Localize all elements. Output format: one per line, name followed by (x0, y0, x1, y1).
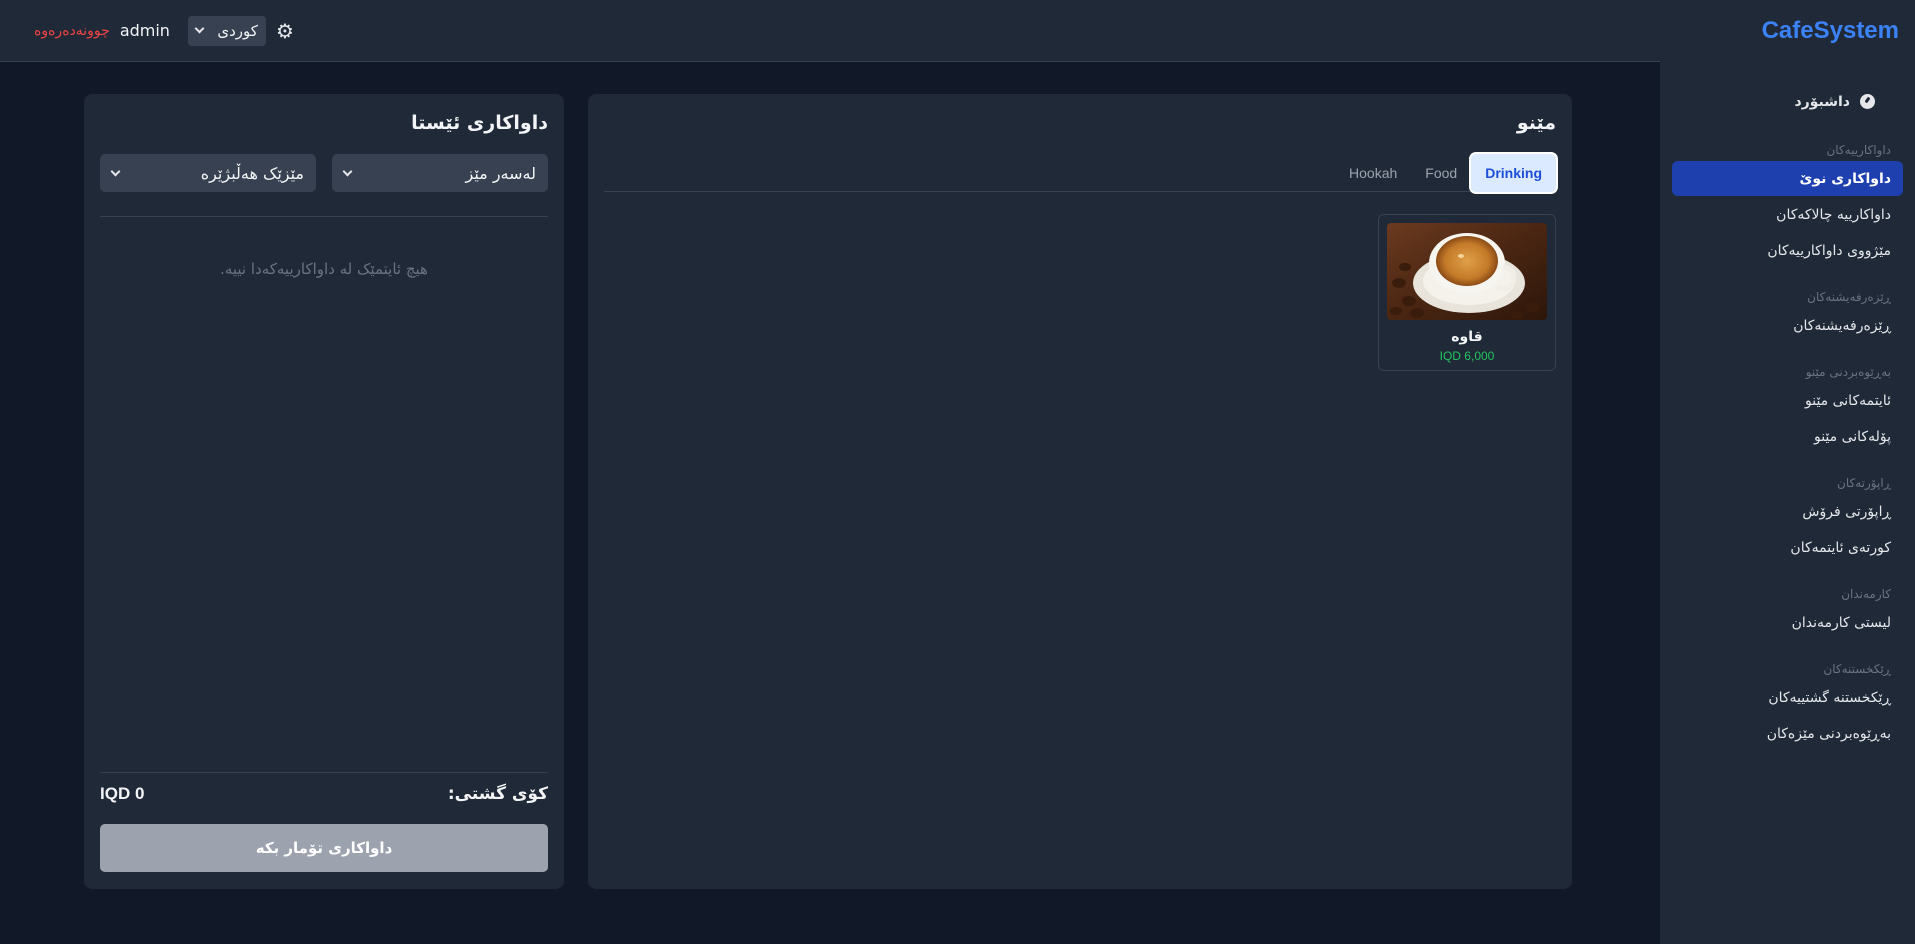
tab-food[interactable]: Food (1411, 154, 1471, 192)
sidebar-section-reports: ڕاپۆرتەکان (1837, 476, 1891, 490)
tab-hookah[interactable]: Hookah (1335, 154, 1411, 192)
order-divider-bottom (100, 772, 548, 773)
sidebar-item-label: ئایتمەکانی مێنو (1804, 392, 1891, 409)
sidebar-item-new-order[interactable]: داواکاری نوێ (1672, 161, 1903, 196)
order-divider-top (100, 216, 548, 217)
total-label: کۆی گشتی: (447, 784, 548, 804)
language-select[interactable]: کوردی (187, 15, 266, 46)
top-header: چوونەدەرەوە admin کوردی ⚙ (0, 0, 1660, 62)
table-select-placeholder: مێزێک هەڵبژێرە (200, 163, 304, 183)
sidebar-item-menu-categories[interactable]: پۆلەکانی مێنو (1672, 419, 1903, 454)
menu-item-card[interactable]: قاوە IQD 6,000 (1378, 214, 1556, 371)
sidebar-item-reservations[interactable]: ڕێزەرفەیشنەکان (1672, 308, 1903, 343)
sidebar-item-label: لیستی کارمەندان (1791, 614, 1891, 631)
sidebar-item-items-summary[interactable]: کورتەی ئایتمەکان (1672, 530, 1903, 565)
sidebar-section-menu-management: بەڕێوەبردنی مێنو (1805, 365, 1891, 379)
tab-drinking[interactable]: Drinking (1471, 154, 1556, 192)
sidebar-item-order-history[interactable]: مێژووی داواکارییەکان (1672, 233, 1903, 268)
sidebar-item-label: ڕێزەرفەیشنەکان (1793, 317, 1891, 334)
logout-link[interactable]: چوونەدەرەوە (34, 23, 110, 39)
app-root: چوونەدەرەوە admin کوردی ⚙ CafeSystem داش… (0, 0, 1915, 944)
gear-icon[interactable]: ⚙ (276, 21, 294, 41)
chevron-down-icon (110, 166, 121, 176)
menu-item-price: IQD 6,000 (1439, 349, 1495, 363)
sidebar: CafeSystem داشبۆرد داواکارییەکان داواکار… (1660, 0, 1915, 944)
brand-logo[interactable]: CafeSystem (1660, 0, 1915, 62)
coffee-cup-image (1387, 223, 1547, 320)
current-order-title: داواکاری ئێستا (411, 112, 548, 134)
sidebar-item-label: داواکاری نوێ (1799, 170, 1891, 187)
sidebar-item-dashboard[interactable]: داشبۆرد (1672, 84, 1903, 119)
menu-category-tabs: Drinking Food Hookah (604, 154, 1556, 192)
sidebar-item-label: مێژووی داواکارییەکان (1767, 242, 1891, 259)
save-order-button[interactable]: داواکاری تۆمار بکە (100, 824, 548, 872)
sidebar-item-table-management[interactable]: بەڕێوەبردنی مێزەکان (1672, 716, 1903, 751)
sidebar-item-active-orders[interactable]: داواکارییە چالاکەکان (1672, 197, 1903, 232)
chevron-down-icon (194, 23, 205, 34)
sidebar-item-staff-list[interactable]: لیستی کارمەندان (1672, 605, 1903, 640)
order-type-value: لەسەر مێز (465, 163, 536, 183)
current-order-panel: داواکاری ئێستا لەسەر مێز مێزێک هەڵبژێرە … (84, 94, 564, 889)
menu-title: مێنو (1516, 112, 1556, 134)
total-value: IQD 0 (100, 784, 145, 803)
sidebar-item-label: بەڕێوەبردنی مێزەکان (1766, 725, 1891, 742)
sidebar-item-label: کورتەی ئایتمەکان (1790, 539, 1891, 556)
sidebar-section-staff: کارمەندان (1841, 587, 1891, 601)
sidebar-item-label: داشبۆرد (1794, 93, 1851, 110)
empty-order-message: هیچ ئایتمێک لە داواکارییەکەدا نییە. (220, 260, 428, 278)
sidebar-item-label: ڕێکخستنە گشتییەکان (1768, 689, 1891, 706)
menu-panel: مێنو Drinking Food Hookah قاوە IQD 6,000 (588, 94, 1572, 889)
user-name: admin (119, 21, 170, 40)
table-select[interactable]: مێزێک هەڵبژێرە (100, 154, 316, 192)
sidebar-section-orders: داواکارییەکان (1826, 143, 1891, 157)
sidebar-item-label: داواکارییە چالاکەکان (1776, 206, 1891, 223)
dashboard-gauge-icon (1860, 94, 1875, 109)
sidebar-item-label: پۆلەکانی مێنو (1813, 428, 1891, 445)
chevron-down-icon (342, 166, 353, 176)
menu-item-name: قاوە (1451, 329, 1483, 345)
sidebar-item-general-settings[interactable]: ڕێکخستنە گشتییەکان (1672, 680, 1903, 715)
sidebar-nav: داشبۆرد داواکارییەکان داواکاری نوێ داواک… (1660, 62, 1915, 751)
sidebar-item-menu-items[interactable]: ئایتمەکانی مێنو (1672, 383, 1903, 418)
sidebar-section-reservations: ڕێزەرفەیشنەکان (1807, 290, 1891, 304)
sidebar-item-sales-report[interactable]: ڕاپۆرتی فرۆش (1672, 494, 1903, 529)
sidebar-item-label: ڕاپۆرتی فرۆش (1802, 503, 1891, 520)
sidebar-section-settings: ڕێکخستنەکان (1823, 662, 1891, 676)
language-selected-value: کوردی (217, 21, 258, 40)
order-type-select[interactable]: لەسەر مێز (332, 154, 548, 192)
